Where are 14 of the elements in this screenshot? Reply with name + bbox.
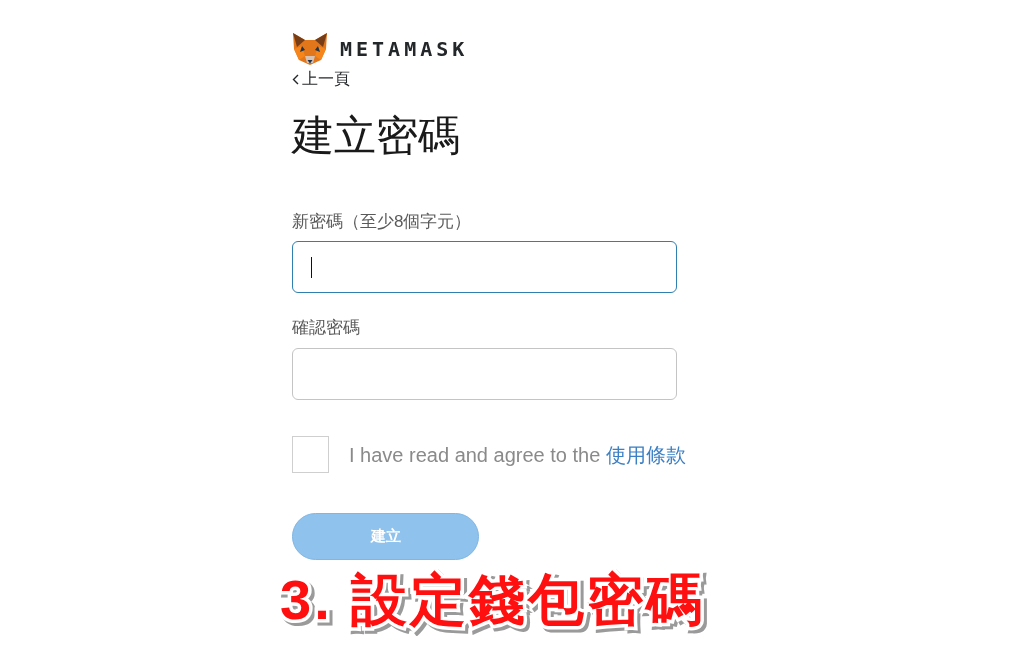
fox-logo [292, 32, 328, 66]
terms-text: I have read and agree to the 使用條款 [349, 442, 686, 468]
field-label: 新密碼（至少8個字元） [292, 211, 473, 233]
terms-link[interactable]: 使用條款 [605, 443, 686, 466]
text-cursor [311, 256, 312, 278]
password-field[interactable] [292, 348, 677, 400]
wordmark: METAMASK [340, 37, 469, 61]
checkbox[interactable] [292, 436, 329, 473]
field-label: 確認密碼 [292, 317, 361, 339]
chevron-left-icon [292, 73, 299, 85]
password-field[interactable] [292, 241, 677, 293]
page-title: 建立密碼 [292, 111, 460, 161]
back-link[interactable]: 上一頁 [292, 69, 350, 89]
caption-text: 3. 設定錢包密碼 [280, 568, 706, 632]
